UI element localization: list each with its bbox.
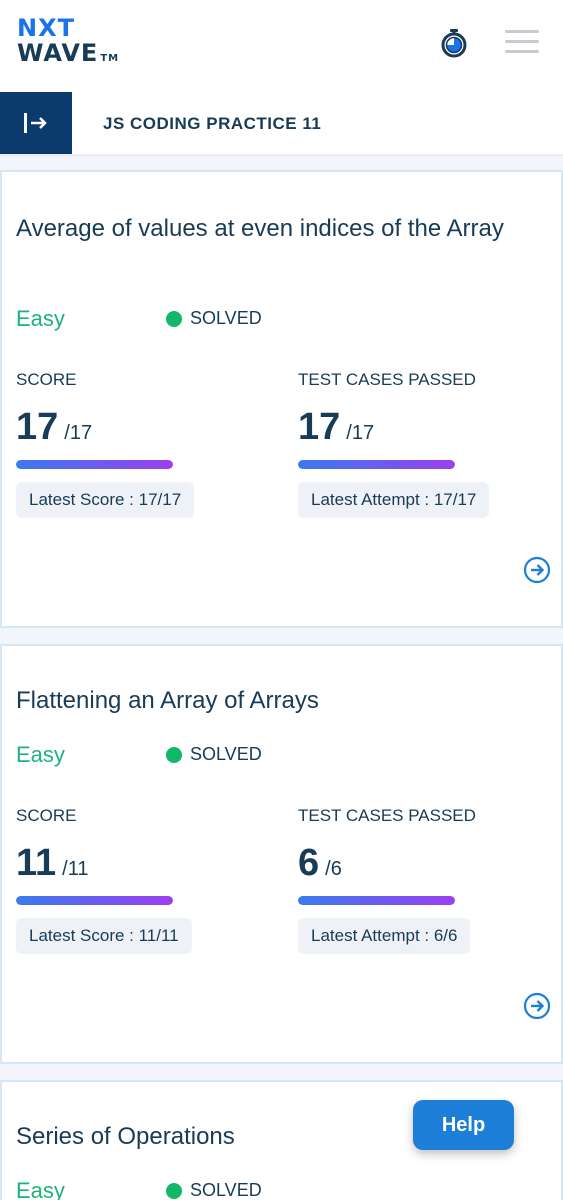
score-label: SCORE — [16, 370, 77, 389]
test-cases-number: 17 — [298, 406, 341, 448]
score-total: /17 — [64, 422, 93, 444]
question-card[interactable]: Average of values at even indices of the… — [0, 170, 563, 628]
test-cases-value: 6/6 — [298, 842, 342, 885]
sidebar-toggle-button[interactable] — [0, 92, 72, 154]
score-value: 17/17 — [16, 406, 92, 449]
logo-wave: WAVE — [17, 39, 99, 67]
test-cases-number: 6 — [298, 842, 320, 884]
difficulty-label: Easy — [16, 1178, 65, 1200]
test-cases-value: 17/17 — [298, 406, 374, 449]
status-badge: SOLVED — [166, 744, 262, 765]
sidebar-toggle-icon — [24, 113, 47, 133]
test-cases-progress-bar — [298, 460, 455, 469]
logo-line-2: WAVE TM — [17, 40, 119, 72]
app-header: NXT WAVE TM — [0, 0, 563, 92]
logo-tm: TM — [100, 53, 120, 64]
score-value: 11/11 — [16, 842, 89, 885]
solved-dot-icon — [166, 310, 182, 327]
hamburger-menu-icon[interactable] — [505, 30, 539, 54]
score-progress-bar — [16, 460, 173, 469]
practice-subheader: JS CODING PRACTICE 11 — [0, 92, 563, 154]
stopwatch-icon[interactable] — [440, 28, 468, 58]
latest-attempt-pill: Latest Attempt : 6/6 — [298, 918, 471, 954]
question-title: Flattening an Array of Arrays — [16, 687, 319, 714]
test-cases-total: /6 — [325, 858, 342, 880]
solved-dot-icon — [166, 746, 182, 763]
help-button[interactable]: Help — [413, 1100, 514, 1150]
test-cases-progress-bar — [298, 896, 455, 905]
difficulty-label: Easy — [16, 742, 65, 767]
latest-score-pill: Latest Score : 11/11 — [16, 918, 192, 954]
logo-line-1: NXT — [17, 14, 75, 42]
test-cases-label: TEST CASES PASSED — [298, 806, 476, 825]
score-number: 11 — [16, 842, 57, 884]
score-progress-bar — [16, 896, 173, 905]
question-card[interactable]: Flattening an Array of Arrays Easy SOLVE… — [0, 644, 563, 1064]
status-badge: SOLVED — [166, 308, 262, 329]
status-badge: SOLVED — [166, 1180, 262, 1200]
nxtwave-logo[interactable]: NXT WAVE TM — [17, 16, 119, 72]
test-cases-total: /17 — [346, 422, 375, 444]
score-label: SCORE — [16, 806, 77, 825]
arrow-right-circle-icon[interactable] — [523, 556, 551, 584]
status-text: SOLVED — [190, 744, 262, 764]
score-number: 17 — [16, 406, 59, 448]
arrow-right-circle-icon[interactable] — [523, 992, 551, 1020]
latest-attempt-pill: Latest Attempt : 17/17 — [298, 482, 490, 518]
latest-score-pill: Latest Score : 17/17 — [16, 482, 195, 518]
difficulty-label: Easy — [16, 306, 65, 331]
question-title: Average of values at even indices of the… — [16, 215, 504, 242]
status-text: SOLVED — [190, 308, 262, 328]
status-text: SOLVED — [190, 1180, 262, 1200]
solved-dot-icon — [166, 1182, 182, 1199]
test-cases-label: TEST CASES PASSED — [298, 370, 476, 389]
score-total: /11 — [62, 858, 89, 880]
practice-title: JS CODING PRACTICE 11 — [103, 114, 322, 133]
